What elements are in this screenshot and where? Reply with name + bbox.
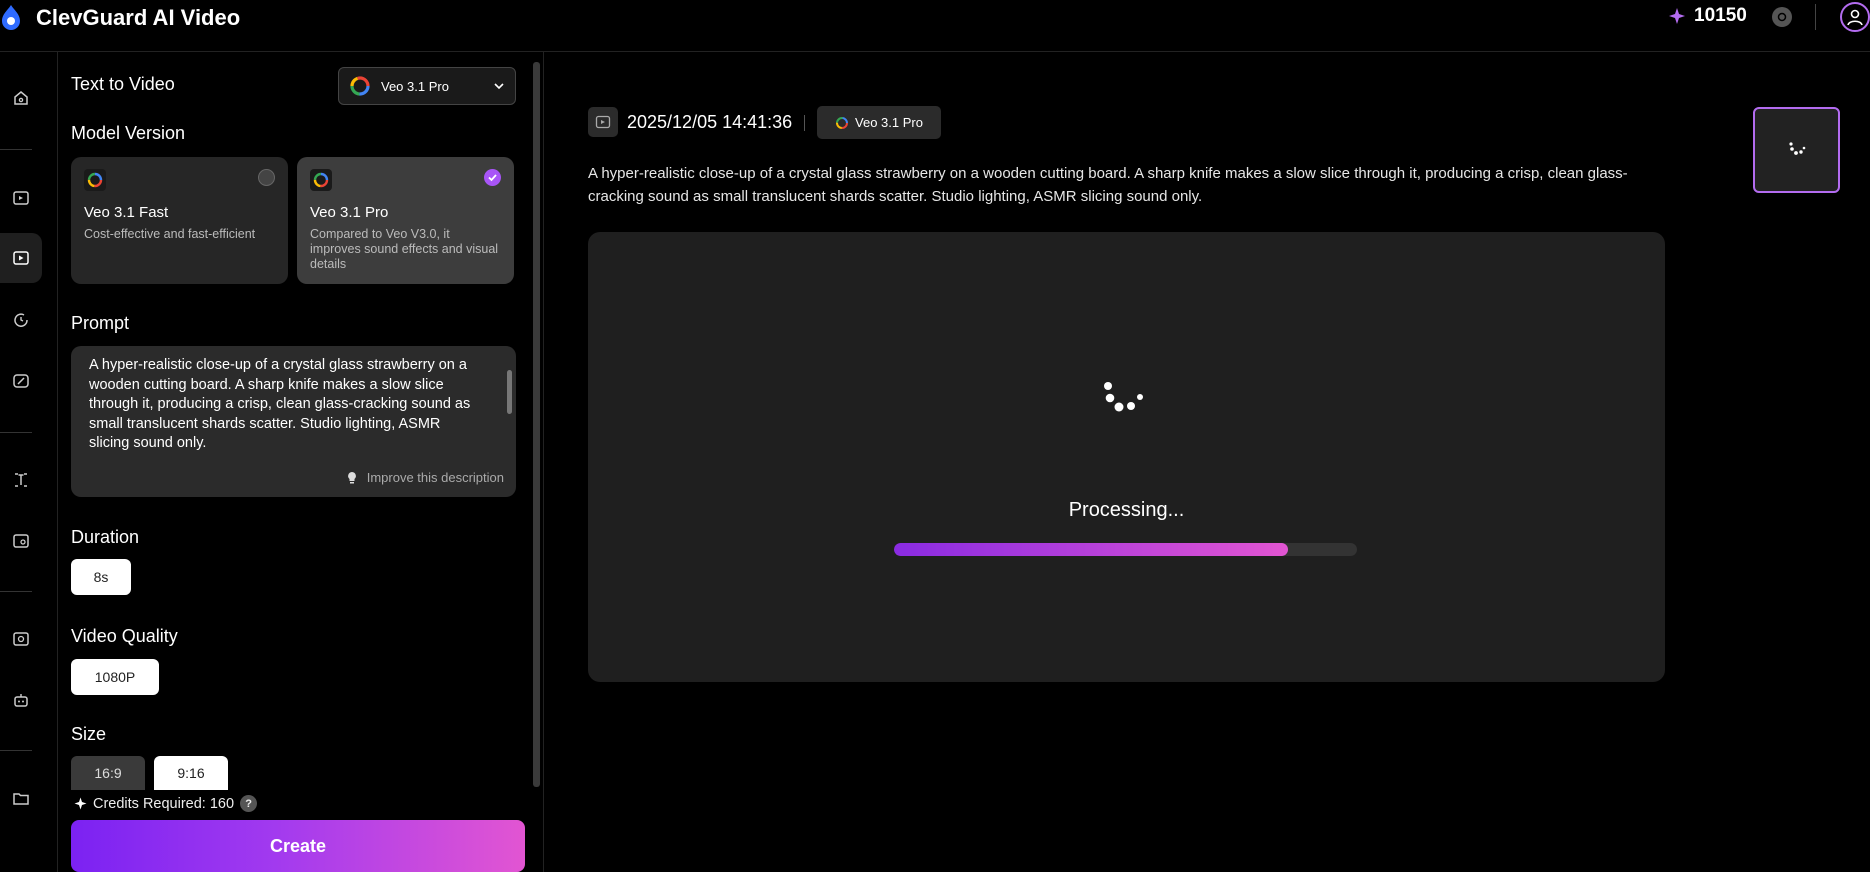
size-option-9-16[interactable]: 9:16 (154, 756, 228, 790)
task-description: A hyper-realistic close-up of a crystal … (588, 165, 1628, 205)
model-desc: Cost-effective and fast-efficient (84, 227, 256, 241)
credits-balance[interactable]: 10150 (1668, 5, 1747, 27)
image-to-video-icon[interactable] (0, 173, 42, 223)
sparkle-icon (1669, 8, 1685, 24)
home-icon[interactable] (0, 73, 42, 123)
history-icon[interactable] (0, 295, 42, 345)
task-timestamp: 2025/12/05 14:41:36 (627, 112, 793, 132)
app-title: ClevGuard AI Video (36, 5, 241, 30)
prompt-scrollbar[interactable] (507, 370, 512, 414)
improve-label: Improve this description (366, 469, 504, 485)
duration-option[interactable]: 8s (71, 559, 131, 595)
panel-scrollbar[interactable] (533, 62, 540, 787)
logo-icon (2, 5, 20, 30)
duration-label: Duration (71, 527, 140, 547)
video-preview: Processing... (588, 232, 1665, 682)
processing-status: Processing... (1068, 499, 1185, 521)
face-tool-icon[interactable] (0, 614, 42, 664)
size-label: Size (71, 724, 107, 744)
image-tool-icon[interactable] (0, 516, 42, 566)
rail-divider (0, 591, 32, 592)
settings-panel: Text to Video Veo 3.1 Pro Model Version … (58, 52, 543, 872)
create-button[interactable]: Create (71, 820, 525, 872)
lightbulb-icon (347, 471, 356, 484)
chevron-down-icon (494, 83, 504, 90)
rail-divider (0, 750, 32, 751)
model-name: Veo 3.1 Pro (310, 204, 389, 221)
user-avatar-icon[interactable] (1840, 2, 1870, 32)
google-icon (836, 116, 849, 129)
robot-icon[interactable] (0, 676, 42, 726)
credits-required: Credits Required: 160 ? (74, 795, 258, 812)
size-option-16-9[interactable]: 16:9 (71, 756, 145, 790)
mode-title: Text to Video (71, 74, 175, 94)
top-bar: ClevGuard AI Video 10150 (0, 0, 1870, 52)
folder-icon[interactable] (0, 773, 42, 823)
header-separator (804, 115, 805, 131)
refresh-icon[interactable] (1772, 7, 1792, 27)
model-tag-label: Veo 3.1 Pro (855, 115, 923, 130)
loading-spinner-icon (1789, 142, 1806, 155)
sparkle-icon (74, 797, 87, 810)
prompt-label: Prompt (71, 313, 130, 333)
effects-icon[interactable] (0, 356, 42, 406)
header-divider (1815, 4, 1816, 30)
quality-option[interactable]: 1080P (71, 659, 159, 695)
loading-spinner-icon (1104, 382, 1143, 412)
credits-value: 10150 (1694, 5, 1747, 26)
google-icon (310, 169, 332, 191)
model-card-fast[interactable]: Veo 3.1 Fast Cost-effective and fast-eff… (71, 157, 288, 284)
text-to-video-icon (588, 107, 618, 137)
credits-required-text: Credits Required: 160 (93, 795, 235, 812)
model-name: Veo 3.1 Fast (84, 204, 169, 221)
text-to-video-icon[interactable] (0, 233, 42, 283)
model-select[interactable]: Veo 3.1 Pro (338, 67, 516, 105)
main-area: 2025/12/05 14:41:36 Veo 3.1 Pro A hyper-… (544, 52, 1870, 872)
prompt-textarea[interactable]: A hyper-realistic close-up of a crystal … (71, 346, 516, 497)
model-desc: Compared to Veo V3.0, it improves sound … (310, 227, 499, 271)
model-version-label: Model Version (71, 123, 186, 143)
help-icon[interactable]: ? (240, 795, 258, 812)
check-icon[interactable] (484, 169, 501, 186)
prompt-text: A hyper-realistic close-up of a crystal … (89, 357, 471, 451)
nav-rail (0, 52, 58, 872)
google-icon (350, 76, 370, 96)
improve-description-button[interactable]: Improve this description (345, 468, 504, 488)
progress-fill (894, 543, 1288, 556)
model-select-value: Veo 3.1 Pro (381, 78, 449, 94)
rail-divider (0, 432, 32, 433)
text-tool-icon[interactable] (0, 455, 42, 505)
model-radio-fast[interactable] (258, 169, 275, 186)
progress-bar (894, 543, 1357, 556)
quality-label: Video Quality (71, 626, 178, 646)
model-card-pro[interactable]: Veo 3.1 Pro Compared to Veo V3.0, it imp… (297, 157, 514, 284)
google-icon (84, 169, 106, 191)
model-tag: Veo 3.1 Pro (817, 106, 941, 139)
task-thumbnail[interactable] (1753, 107, 1840, 193)
rail-divider (0, 149, 32, 150)
